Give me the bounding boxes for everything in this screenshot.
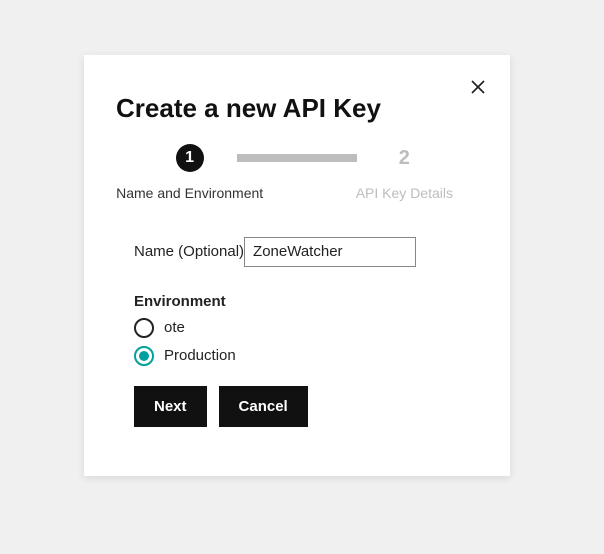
environment-option-ote[interactable]: ote [134,318,484,338]
name-field-row: Name (Optional) [134,237,484,267]
close-button[interactable] [466,75,490,99]
form: Name (Optional) Environment ote Producti… [110,237,484,427]
radio-icon [134,318,154,338]
next-button[interactable]: Next [134,386,207,427]
environment-option-production[interactable]: Production [134,346,484,366]
button-row: Next Cancel [134,386,484,427]
radio-label: ote [164,319,185,336]
create-api-key-modal: Create a new API Key 1 Name and Environm… [84,55,510,476]
step-1: 1 Name and Environment [110,144,269,203]
stepper: 1 Name and Environment 2 API Key Details [110,144,484,203]
close-icon [469,78,487,96]
environment-section: Environment ote Production [134,293,484,366]
radio-label: Production [164,347,236,364]
step-1-label: Name and Environment [116,184,263,203]
step-2-number: 2 [390,144,418,172]
name-input[interactable] [244,237,416,267]
step-2-label: API Key Details [356,184,453,203]
name-label: Name (Optional) [134,243,244,260]
step-2: 2 API Key Details [325,144,484,203]
radio-icon [134,346,154,366]
modal-title: Create a new API Key [116,93,484,124]
environment-label: Environment [134,293,484,310]
step-1-number: 1 [176,144,204,172]
cancel-button[interactable]: Cancel [219,386,308,427]
